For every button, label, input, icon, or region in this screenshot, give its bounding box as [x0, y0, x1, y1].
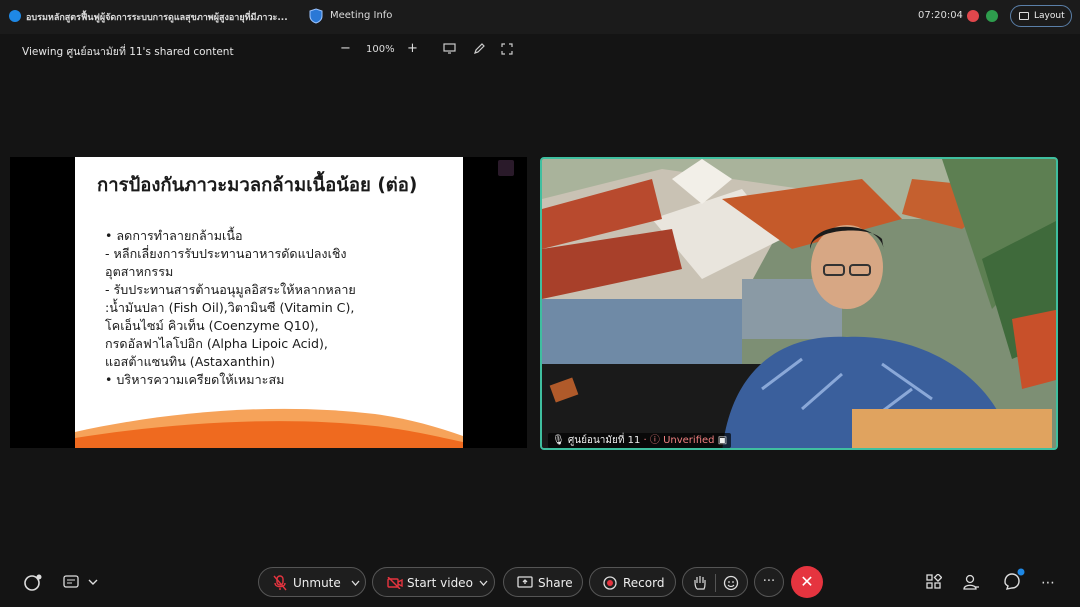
unmute-label: Unmute — [293, 576, 341, 590]
record-icon — [603, 576, 617, 590]
slide-line: แอสต้าแซนทิน (Astaxanthin) — [105, 354, 276, 369]
chat-icon[interactable] — [1002, 568, 1026, 592]
meeting-info-link[interactable]: Meeting Info — [330, 10, 392, 21]
start-video-button[interactable]: Start video — [372, 567, 495, 597]
slide-line: โคเอ็นไซม์ คิวเท็น (Coenzyme Q10), — [105, 318, 319, 333]
slide-line: • ลดการทำลายกล้ามเนื้อ — [105, 228, 243, 243]
presenter-avatar-icon — [498, 160, 514, 176]
layout-icon — [1019, 12, 1029, 20]
hand-icon[interactable] — [693, 575, 707, 591]
share-button[interactable]: Share — [503, 567, 583, 597]
chevron-down-icon[interactable] — [351, 580, 360, 586]
participant-name-tag: 🎙 ศูนย์อนามัยที่ 11 · ⓘ Unverified ▣ — [548, 433, 732, 448]
share-label: Share — [538, 576, 573, 590]
slide-line: กรดอัลฟาไลโปอิก (Alpha Lipoic Acid), — [105, 336, 328, 351]
record-label: Record — [623, 576, 665, 590]
webex-app-icon — [9, 10, 21, 22]
chevron-down-icon[interactable] — [479, 580, 488, 586]
video-off-icon — [387, 577, 403, 589]
emoji-icon[interactable] — [723, 575, 739, 591]
status-indicator-icon — [986, 10, 998, 22]
slide-body: • ลดการทำลายกล้ามเนื้อ - หลีกเลี่ยงการรั… — [105, 227, 455, 389]
more-icon[interactable]: ⋯ — [1039, 574, 1057, 592]
screen-share-icon: ▣ — [717, 435, 728, 446]
more-options-button[interactable]: ··· — [754, 567, 784, 597]
layout-button-label: Layout — [1034, 11, 1065, 21]
status-ring-icon[interactable] — [23, 573, 43, 593]
slide-line: :น้ำมันปลา (Fish Oil),วิตามินซี (Vitamin… — [105, 300, 355, 315]
zoom-in-button[interactable]: + — [407, 41, 418, 56]
zoom-level: 100% — [366, 44, 395, 55]
participant-name: ศูนย์อนามัยที่ 11 — [567, 435, 641, 446]
meeting-title: อบรมหลักสูตรฟื้นฟูผู้จัดการระบบการดูแลสุ… — [26, 13, 288, 23]
participants-icon[interactable] — [963, 574, 980, 590]
slide-line: - รับประทานสารต้านอนุมูลอิสระให้หลากหลาย — [105, 282, 356, 297]
pen-icon[interactable] — [473, 42, 486, 55]
unverified-badge[interactable]: · ⓘ Unverified — [644, 435, 715, 446]
slide-wave-decoration — [75, 408, 463, 448]
slide-line: • บริหารความเครียดให้เหมาะสม — [105, 372, 285, 387]
slide-title: การป้องกันภาวะมวลกล้ามเนื้อน้อย (ต่อ) — [97, 175, 418, 196]
slide-line: อุตสาหกรรม — [105, 264, 174, 279]
viewing-label: Viewing ศูนย์อนามัยที่ 11's shared conte… — [22, 46, 234, 58]
slide-line: - หลีกเลี่ยงการรับประทานอาหารดัดแปลงเชิง — [105, 246, 347, 261]
annotate-screen-icon[interactable] — [443, 43, 456, 54]
reactions-group — [682, 567, 748, 597]
share-screen-icon — [517, 576, 533, 588]
apps-icon[interactable] — [926, 574, 942, 590]
chevron-down-icon[interactable] — [88, 578, 98, 586]
mic-icon: 🎙 — [552, 435, 565, 446]
divider — [715, 574, 716, 592]
presentation-slide: การป้องกันภาวะมวลกล้ามเนื้อน้อย (ต่อ) • … — [75, 157, 463, 448]
captions-icon[interactable] — [63, 575, 79, 589]
zoom-out-button[interactable]: − — [340, 41, 351, 56]
video-frame — [542, 159, 1056, 448]
unmute-button[interactable]: Unmute — [258, 567, 366, 597]
mic-off-icon — [273, 575, 287, 591]
start-video-label: Start video — [407, 576, 473, 590]
leave-meeting-button[interactable]: ✕ — [791, 566, 823, 598]
unverified-label: Unverified — [663, 435, 715, 446]
fullscreen-icon[interactable] — [501, 43, 513, 55]
shield-icon[interactable] — [309, 8, 323, 24]
meeting-timer: 07:20:04 — [918, 10, 963, 21]
recording-indicator-icon — [967, 10, 979, 22]
record-button[interactable]: Record — [589, 567, 676, 597]
layout-button[interactable]: Layout — [1010, 5, 1072, 27]
participant-video-tile[interactable]: 🎙 ศูนย์อนามัยที่ 11 · ⓘ Unverified ▣ — [540, 157, 1058, 450]
